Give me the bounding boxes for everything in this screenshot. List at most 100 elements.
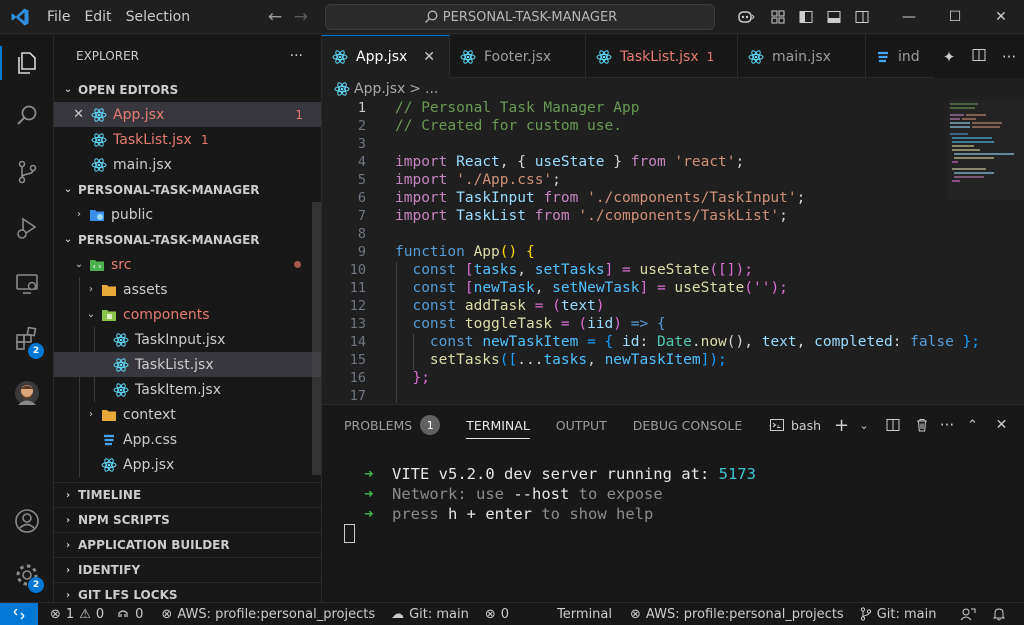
back-arrow-icon[interactable]: ← [262,7,288,27]
tree-item-label: public [111,206,154,223]
tree-item-label: App.css [123,431,178,448]
section-timeline[interactable]: › TIMELINE [54,482,321,507]
terminal-cursor[interactable] [344,524,355,543]
tree-item-assets[interactable]: › assets [54,277,321,302]
aws-profile-status-right[interactable]: ⊗ AWS: profile:personal_projects [630,607,844,622]
copilot-icon[interactable] [728,0,764,34]
ports-status[interactable]: 0 [116,607,143,622]
close-panel-icon[interactable]: ✕ [987,417,1016,433]
chevron-down-icon[interactable]: ⌄ [856,419,872,432]
remote-indicator-icon[interactable] [0,602,38,625]
breadcrumb-symbol[interactable]: ... [425,81,438,97]
chevron-down-icon: ⌄ [86,309,96,320]
new-terminal-icon[interactable]: + [827,415,856,436]
code-line: setTasks([...tasks, newTaskItem]); [429,352,727,368]
tree-item-tasklist[interactable]: TaskList.jsx [54,352,321,377]
split-terminal-icon[interactable] [878,417,907,433]
section-application-builder[interactable]: › APPLICATION BUILDER [54,532,321,557]
code-line: import TaskList from './components/TaskL… [395,208,788,224]
tab-app-jsx[interactable]: App.jsx ✕ [322,35,450,78]
close-window-icon[interactable]: ✕ [978,0,1024,34]
minimap[interactable] [944,100,1024,403]
account-avatar[interactable] [0,368,54,418]
tree-item-taskinput[interactable]: TaskInput.jsx [54,327,321,352]
tab-tasklist-jsx[interactable]: TaskList.jsx 1 [586,35,738,78]
maximize-icon[interactable]: ☐ [932,0,978,34]
open-editor-app-jsx[interactable]: ✕ App.jsx 1 [54,102,321,127]
run-debug-icon[interactable] [0,203,54,253]
problems-count-badge: 1 [420,415,441,435]
tab-main-jsx[interactable]: main.jsx [738,35,866,78]
css-file-icon [98,433,120,447]
trash-icon[interactable] [907,417,936,433]
explorer-icon[interactable] [0,38,54,88]
menu-selection[interactable]: Selection [119,9,198,25]
menu-edit[interactable]: Edit [77,9,118,25]
forward-arrow-icon[interactable]: → [288,7,314,27]
chevron-right-icon: › [65,489,71,501]
tree-item-app-css[interactable]: App.css [54,427,321,452]
explorer-more-icon[interactable]: ··· [290,48,303,64]
split-editor-icon[interactable] [964,47,994,67]
section-project-folder[interactable]: ⌄ PERSONAL-TASK-MANAGER [54,177,321,202]
feedback-icon[interactable] [960,607,976,621]
terminal-shell-selector[interactable]: bash [763,417,827,433]
command-center-search[interactable]: PERSONAL-TASK-MANAGER [325,4,715,30]
git-branch-status-right[interactable]: Git: main [860,607,936,622]
tab-footer-jsx[interactable]: Footer.jsx [450,35,586,78]
open-editor-main-jsx[interactable]: main.jsx [54,152,321,177]
tree-item-components[interactable]: ⌄ components [54,302,321,327]
menu-file[interactable]: File [40,9,77,25]
code-editor[interactable]: 1 2 3 4 5 6 7 8 9 10 11 12 13 14 15 16 1… [322,100,1024,403]
panel-tab-debug-console[interactable]: DEBUG CONSOLE [633,405,742,445]
accounts-icon[interactable] [0,496,54,546]
open-editor-tasklist-jsx[interactable]: TaskList.jsx 1 [54,127,321,152]
terminal-line: ➜ VITE v5.2.0 dev server running at: 517… [364,465,756,483]
aws-profile-status[interactable]: ⊗ AWS: profile:personal_projects [161,607,375,622]
tree-item-app-jsx[interactable]: App.jsx [54,452,321,477]
chevron-right-icon: › [89,409,93,420]
remote-explorer-icon[interactable] [0,259,54,309]
section-project-folder-2[interactable]: ⌄ PERSONAL-TASK-MANAGER [54,227,321,252]
more-actions-icon[interactable]: ··· [994,48,1024,66]
section-npm-scripts[interactable]: › NPM SCRIPTS [54,507,321,532]
search-sidebar-icon[interactable] [0,91,54,141]
source-control-icon[interactable] [0,147,54,197]
tree-item-src[interactable]: ⌄ src [54,252,321,277]
tree-item-label: components [123,306,210,323]
section-open-editors[interactable]: ⌄ OPEN EDITORS [54,77,321,102]
maximize-panel-icon[interactable]: ⌃ [958,418,987,433]
toggle-secondary-sidebar-icon[interactable] [848,0,876,34]
terminal-status[interactable]: Terminal [557,607,612,622]
line-number: 2 [357,118,366,134]
close-editor-icon[interactable]: ✕ [54,107,84,122]
layout-customize-icon[interactable] [764,0,792,34]
git-branch-status[interactable]: ☁ Git: main [391,607,469,622]
breadcrumb-file[interactable]: App.jsx [354,81,405,97]
sidebar-scrollbar[interactable] [312,202,321,475]
tree-item-taskitem[interactable]: TaskItem.jsx [54,377,321,402]
extensions-icon[interactable]: 2 [0,314,54,364]
status-bar: ⊗ 1 ⚠ 0 0 ⊗ AWS: profile:personal_projects … [0,602,1024,625]
toggle-panel-icon[interactable] [820,0,848,34]
tree-item-public[interactable]: › public [54,202,321,227]
notifications-bell-icon[interactable] [992,607,1006,621]
terminal-line: ➜ Network: use --host to expose [364,485,663,503]
sync-status[interactable]: ⊗ 0 [485,607,509,622]
manage-gear-icon[interactable]: 2 [0,550,54,600]
panel-tab-output[interactable]: OUTPUT [556,405,607,445]
tree-item-context[interactable]: › context [54,402,321,427]
problems-status[interactable]: ⊗ 1 ⚠ 0 [50,607,104,622]
tab-close-icon[interactable]: ✕ [423,49,435,65]
panel-tab-terminal[interactable]: TERMINAL [466,405,530,445]
section-identify[interactable]: › IDENTIFY [54,557,321,582]
minimize-icon[interactable]: — [886,0,932,34]
chevron-right-icon: › [65,564,71,576]
copilot-sparkle-icon[interactable]: ✦ [934,48,964,66]
more-actions-icon[interactable]: ··· [936,416,958,434]
tree-item-label: TaskInput.jsx [135,331,226,348]
panel-tab-problems[interactable]: PROBLEMS 1 [344,405,441,445]
toggle-sidebar-icon[interactable] [792,0,820,34]
tab-index-css[interactable]: ind [866,35,936,78]
code-line: import React, { useState } from 'react'; [395,154,745,170]
